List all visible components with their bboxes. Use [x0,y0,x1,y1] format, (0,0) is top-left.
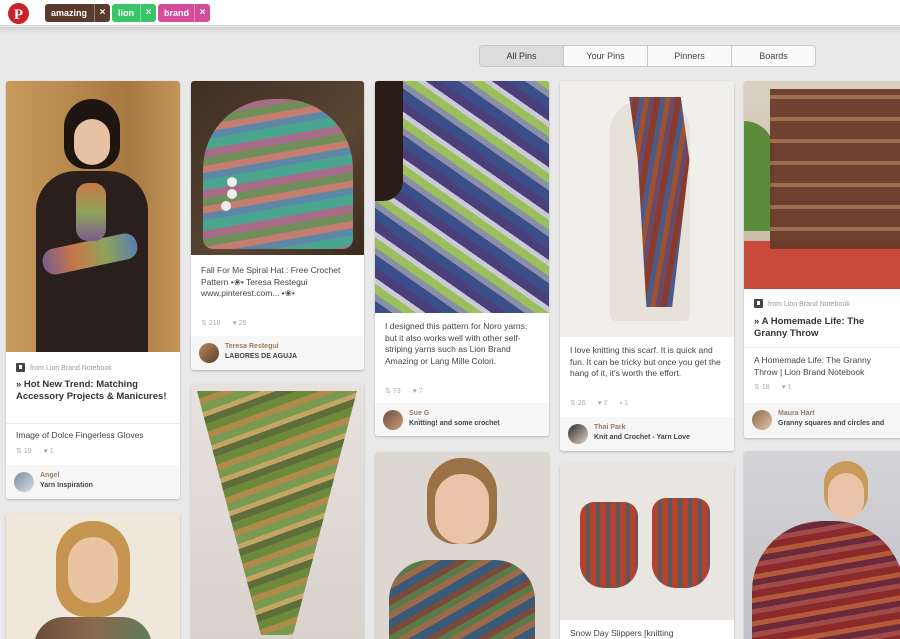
pin-source[interactable]: from Lion Brand Notebook [16,363,112,372]
pin-card[interactable]: I designed this pattern for Noro yarns, … [375,81,549,436]
pin-image[interactable] [375,452,549,639]
pin-image[interactable] [560,464,734,620]
pin-image[interactable] [560,81,734,337]
search-filter-tabs: All Pins Your Pins Pinners Boards [479,45,816,67]
pin-stats: ⇅ 18 ♥ 1 [754,383,804,391]
tab-pinners[interactable]: Pinners [648,46,732,66]
header-shadow [0,27,900,34]
pin-image[interactable] [191,81,364,255]
like-icon: ♥ 25 [232,320,247,327]
like-icon: ♥ 1 [43,448,54,455]
pin-description: A Homemade Life: The Granny Throw | Lion… [754,355,872,377]
tab-boards[interactable]: Boards [732,46,815,66]
pinterest-logo-icon[interactable]: P [8,3,29,24]
pin-card[interactable] [375,452,549,639]
pin-image[interactable] [375,81,549,313]
avatar[interactable] [752,410,772,430]
pin-image[interactable] [744,451,900,639]
repin-icon: ⇅ 73 [385,388,401,395]
pin-image[interactable] [191,383,364,639]
pin-title[interactable]: » Hot New Trend: Matching Accessory Proj… [16,379,170,403]
pinner-name[interactable]: Sue G [409,410,429,417]
tab-your-pins[interactable]: Your Pins [564,46,648,66]
pin-source-icon [754,299,763,308]
board-name[interactable]: Granny squares and circles and [778,420,884,427]
pin-description: I designed this pattern for Noro yarns, … [385,321,528,366]
pin-attribution[interactable]: Sue G Knitting! and some crochet [375,403,549,436]
pinner-name[interactable]: Angel [40,472,59,479]
source-label: from Lion Brand Notebook [30,365,112,372]
pin-source-icon [16,363,25,372]
pin-title[interactable]: » A Homemade Life: The Granny Throw [754,316,894,340]
like-icon: ♥ 1 [781,384,792,391]
pin-description: I love knitting this scarf. It is quick … [570,345,721,378]
tab-all-pins[interactable]: All Pins [480,46,564,66]
pin-stats: ⇅ 26 ♥ 2 ▪ 1 [570,399,640,407]
repin-icon: ⇅ 19 [16,448,32,455]
board-name[interactable]: Knit and Crochet - Yarn Love [594,434,690,441]
pin-source[interactable]: from Lion Brand Notebook [754,299,850,308]
like-icon: ♥ 2 [597,400,608,407]
pin-description: Image of Dolce Fingerless Gloves [16,430,144,440]
repin-icon: ⇅ 18 [754,384,770,391]
pinner-name[interactable]: Maura Hart [778,410,815,417]
board-name[interactable]: LABORES DE AGUJA [225,353,297,360]
pin-attribution[interactable]: Maura Hart Granny squares and circles an… [744,403,900,437]
pin-card[interactable] [6,513,180,639]
repin-icon: ⇅ 218 [201,320,221,327]
pin-stats: ⇅ 73 ♥ 7 [385,387,435,395]
pin-attribution[interactable]: Thai Park Knit and Crochet - Yarn Love [560,417,734,451]
avatar[interactable] [568,424,588,444]
pin-card[interactable]: from Lion Brand Notebook » A Homemade Li… [744,81,900,438]
pin-attribution[interactable]: Teresa Restegui LABORES DE AGUJA [191,336,364,370]
tag-label: brand [164,8,190,18]
comment-icon: ▪ 1 [619,400,628,407]
search-tag-lion[interactable]: lion × [112,4,156,22]
pinner-name[interactable]: Thai Park [594,424,626,431]
pin-description: Snow Day Slippers [knitting [570,628,674,638]
pin-attribution[interactable]: Angel Yarn Inspiration [6,465,180,499]
pin-card[interactable] [744,451,900,639]
remove-tag-icon[interactable]: × [194,4,210,22]
tag-label: lion [118,8,134,18]
pin-card[interactable] [191,383,364,639]
avatar[interactable] [383,410,403,430]
pinner-name[interactable]: Teresa Restegui [225,343,279,350]
avatar[interactable] [199,343,219,363]
pin-image[interactable] [744,81,900,289]
tag-label: amazing [51,8,88,18]
divider [6,423,180,424]
pin-image[interactable] [6,513,180,639]
repin-icon: ⇅ 26 [570,400,586,407]
search-tag-brand[interactable]: brand × [158,4,210,22]
svg-text:P: P [14,7,23,23]
avatar[interactable] [14,472,34,492]
search-tag-amazing[interactable]: amazing × [45,4,110,22]
pin-card[interactable]: from Lion Brand Notebook » Hot New Trend… [6,81,180,499]
remove-tag-icon[interactable]: × [94,4,110,22]
remove-tag-icon[interactable]: × [140,4,156,22]
pin-stats: ⇅ 19 ♥ 1 [16,447,66,455]
pin-image[interactable] [6,81,180,352]
pin-description: Fall For Me Spiral Hat : Free Crochet Pa… [201,265,341,298]
pin-card[interactable]: I love knitting this scarf. It is quick … [560,81,734,451]
pin-card[interactable]: Fall For Me Spiral Hat : Free Crochet Pa… [191,81,364,370]
board-name[interactable]: Yarn Inspiration [40,482,93,489]
like-icon: ♥ 7 [412,388,423,395]
divider [744,347,900,348]
board-name[interactable]: Knitting! and some crochet [409,420,500,427]
pin-stats: ⇅ 218 ♥ 25 [201,319,258,327]
source-label: from Lion Brand Notebook [768,301,850,308]
top-bar: P amazing × lion × brand × [0,0,900,26]
pin-card[interactable]: Snow Day Slippers [knitting [560,464,734,639]
